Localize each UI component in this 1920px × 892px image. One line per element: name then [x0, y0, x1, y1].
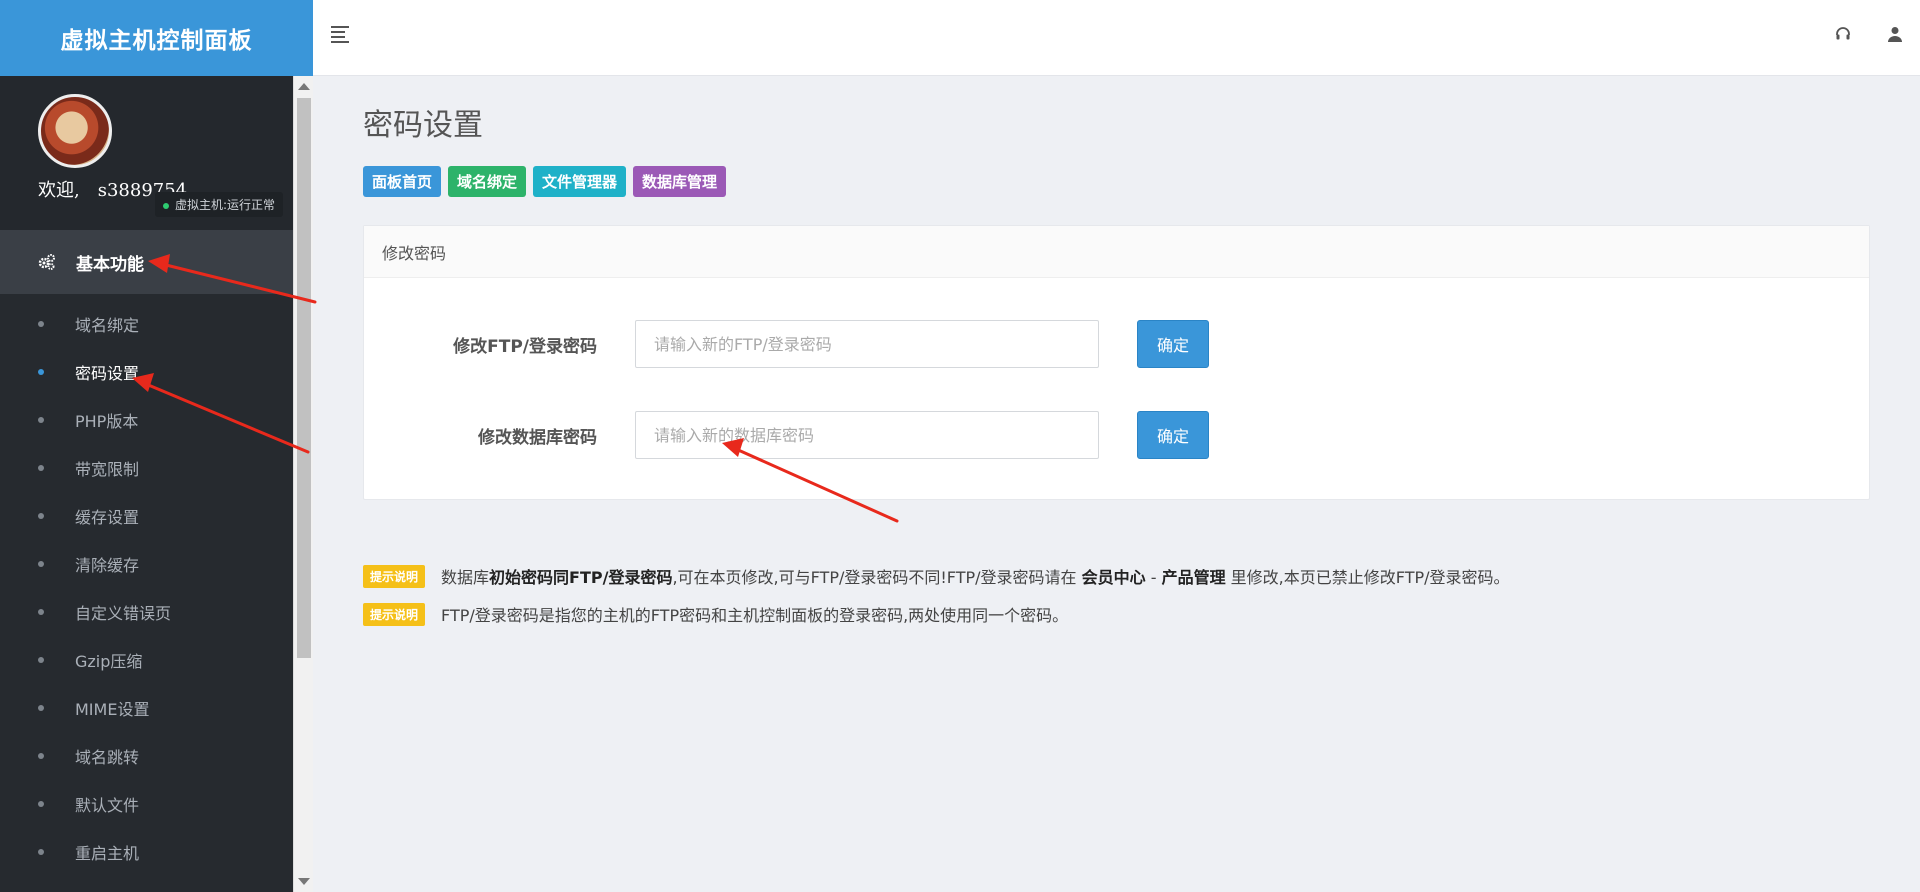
sidebar-scrollbar[interactable]: [293, 76, 313, 892]
sidebar-item-label: PHP版本: [75, 412, 139, 431]
note-text: 数据库初始密码同FTP/登录密码,可在本页修改,可与FTP/登录密码不同!FTP…: [441, 568, 1510, 587]
avatar[interactable]: [38, 94, 112, 168]
sidebar-item[interactable]: MIME设置: [0, 684, 293, 732]
bullet-icon: [38, 753, 44, 759]
quick-link[interactable]: 面板首页: [363, 166, 442, 197]
ftp-password-row: 修改FTP/登录密码 确定: [364, 320, 1869, 368]
bullet-icon: [38, 705, 44, 711]
sidebar-item-label: 域名绑定: [75, 316, 140, 335]
sidebar-item-label: MIME设置: [75, 700, 150, 719]
sidebar-nav: 域名绑定密码设置 PHP版本带宽限制缓存设置清除缓存自定义错误页 Gzip压缩 MIM…: [0, 294, 293, 876]
gears-icon: [38, 254, 55, 270]
sidebar-item-label: Gzip压缩: [75, 652, 143, 671]
sidebar-item-label: 重启主机: [75, 844, 140, 863]
bullet-icon: [38, 561, 44, 567]
note-badge: 提示说明: [363, 564, 426, 588]
bullet-icon: [38, 801, 44, 807]
sidebar-item-label: 域名跳转: [75, 748, 140, 767]
sidebar-section-basic[interactable]: 基本功能: [0, 230, 293, 294]
sidebar-item[interactable]: 缓存设置: [0, 492, 293, 540]
top-bar: [313, 0, 1920, 76]
sidebar-item-label: 带宽限制: [75, 460, 140, 479]
notes: 提示说明 数据库初始密码同FTP/登录密码,可在本页修改,可与FTP/登录密码不…: [363, 564, 1870, 626]
headset-icon[interactable]: [1831, 22, 1855, 46]
sidebar-item[interactable]: Gzip压缩: [0, 636, 293, 684]
sidebar-item-label: 默认文件: [75, 796, 140, 815]
scroll-thumb[interactable]: [297, 98, 311, 658]
sidebar-item[interactable]: 自定义错误页: [0, 588, 293, 636]
db-password-label: 修改数据库密码: [478, 427, 597, 448]
bullet-icon: [38, 849, 44, 855]
sidebar-item[interactable]: 重启主机: [0, 828, 293, 876]
ftp-password-input[interactable]: [635, 320, 1099, 368]
note-badge: 提示说明: [363, 602, 426, 626]
sidebar-item[interactable]: 域名跳转: [0, 732, 293, 780]
sidebar-item[interactable]: 域名绑定: [0, 300, 293, 348]
status-text: 虚拟主机:运行正常: [174, 198, 275, 212]
sidebar-item-label: 密码设置: [75, 364, 140, 383]
quick-link[interactable]: 数据库管理: [633, 166, 727, 197]
sidebar-item[interactable]: 清除缓存: [0, 540, 293, 588]
note-text: FTP/登录密码是指您的主机的FTP密码和主机控制面板的登录密码,两处使用同一个…: [441, 606, 1069, 625]
sidebar-item[interactable]: 密码设置: [0, 348, 293, 396]
scroll-down-icon[interactable]: [298, 878, 310, 885]
bullet-icon: [38, 369, 44, 375]
bullet-icon: [38, 321, 44, 327]
main-content: 密码设置 面板首页 域名绑定 文件管理器 数据库管理 修改密码 修改FTP/登录密码 …: [363, 76, 1870, 640]
menu-icon[interactable]: [331, 26, 349, 43]
quick-links: 面板首页 域名绑定 文件管理器 数据库管理: [363, 166, 1870, 197]
page-title: 密码设置: [363, 108, 483, 143]
sidebar-item-label: 缓存设置: [75, 508, 140, 527]
scroll-up-icon[interactable]: [298, 83, 310, 90]
bullet-icon: [38, 609, 44, 615]
password-panel: 修改密码 修改FTP/登录密码 确定 修改数据库密码 确定: [363, 225, 1870, 500]
ftp-password-label: 修改FTP/登录密码: [453, 336, 597, 357]
bullet-icon: [38, 657, 44, 663]
note-item: 提示说明 FTP/登录密码是指您的主机的FTP密码和主机控制面板的登录密码,两处…: [363, 602, 1870, 626]
db-password-input[interactable]: [635, 411, 1099, 459]
note-item: 提示说明 数据库初始密码同FTP/登录密码,可在本页修改,可与FTP/登录密码不…: [363, 564, 1870, 588]
db-confirm-button[interactable]: 确定: [1137, 411, 1209, 459]
db-password-row: 修改数据库密码 确定: [364, 411, 1869, 459]
app-brand: 虚拟主机控制面板: [0, 0, 313, 76]
quick-link[interactable]: 域名绑定: [448, 166, 527, 197]
ftp-confirm-button[interactable]: 确定: [1137, 320, 1209, 368]
status-badge: 虚拟主机:运行正常: [154, 192, 283, 217]
sidebar-item[interactable]: 默认文件: [0, 780, 293, 828]
sidebar: 欢迎, s3889754 虚拟主机:运行正常 基本功能 域名绑定密码设置 PHP版本…: [0, 76, 293, 892]
user-icon[interactable]: [1883, 22, 1907, 46]
bullet-icon: [38, 465, 44, 471]
bullet-icon: [38, 513, 44, 519]
sidebar-item-label: 清除缓存: [75, 556, 140, 575]
sidebar-item[interactable]: 带宽限制: [0, 444, 293, 492]
sidebar-item[interactable]: PHP版本: [0, 396, 293, 444]
bullet-icon: [38, 417, 44, 423]
panel-title: 修改密码: [364, 226, 1869, 278]
sidebar-section-label: 基本功能: [76, 254, 144, 275]
sidebar-item-label: 自定义错误页: [75, 604, 172, 623]
user-panel: 欢迎, s3889754 虚拟主机:运行正常: [0, 76, 293, 230]
welcome-label: 欢迎,: [38, 180, 80, 201]
quick-link[interactable]: 文件管理器: [533, 166, 627, 197]
status-dot-icon: [162, 202, 169, 209]
